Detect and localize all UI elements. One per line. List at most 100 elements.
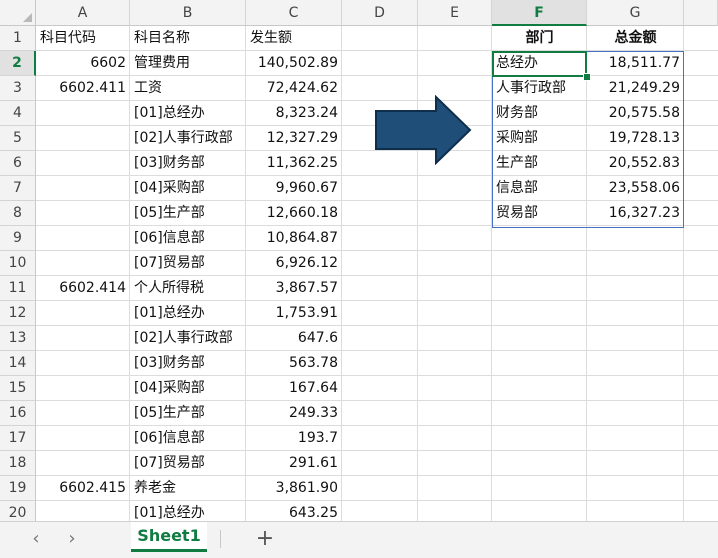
row-header-13[interactable]: 13 [0,326,36,351]
prev-sheet-icon[interactable]: ‹ [26,528,46,550]
row-header-5[interactable]: 5 [0,126,36,151]
cell-code[interactable] [36,426,130,451]
row-header-14[interactable]: 14 [0,351,36,376]
cell-code[interactable] [36,501,130,521]
cell-account-name[interactable]: 工资 [130,76,246,101]
cell-amount[interactable]: 12,660.18 [246,201,342,226]
summary-amount-cell[interactable]: 18,511.77 [587,51,684,76]
left-header-cell[interactable]: 发生额 [246,26,342,51]
cell-amount[interactable]: 1,753.91 [246,301,342,326]
row-header-8[interactable]: 8 [0,201,36,226]
row-header-3[interactable]: 3 [0,76,36,101]
row-header-17[interactable]: 17 [0,426,36,451]
cell-amount[interactable]: 3,867.57 [246,276,342,301]
cell-account-name[interactable]: 个人所得税 [130,276,246,301]
row-header-10[interactable]: 10 [0,251,36,276]
summary-amount-cell[interactable]: 16,327.23 [587,201,684,226]
cell-amount[interactable]: 647.6 [246,326,342,351]
column-header-a[interactable]: A [36,0,130,26]
summary-department-cell[interactable]: 总经办 [492,51,587,76]
cell-amount[interactable]: 291.61 [246,451,342,476]
row-header-9[interactable]: 9 [0,226,36,251]
cell-code[interactable] [36,151,130,176]
cell-account-name[interactable]: [05]生产部 [130,201,246,226]
left-header-cell[interactable]: 科目名称 [130,26,246,51]
cell-account-name[interactable]: [06]信息部 [130,426,246,451]
cell-account-name[interactable]: [07]贸易部 [130,451,246,476]
cell-account-name[interactable]: [01]总经办 [130,501,246,521]
sheet-tab-sheet1[interactable]: Sheet1 [131,522,207,552]
next-sheet-icon[interactable]: › [62,528,82,550]
cell-amount[interactable]: 9,960.67 [246,176,342,201]
cell-code[interactable] [36,251,130,276]
cell-account-name[interactable]: [04]采购部 [130,176,246,201]
column-header-g[interactable]: G [587,0,684,26]
summary-amount-cell[interactable]: 23,558.06 [587,176,684,201]
cell-account-name[interactable]: [04]采购部 [130,376,246,401]
cell-amount[interactable]: 193.7 [246,426,342,451]
summary-amount-cell[interactable]: 19,728.13 [587,126,684,151]
cell-account-name[interactable]: [01]总经办 [130,301,246,326]
row-header-4[interactable]: 4 [0,101,36,126]
row-header-11[interactable]: 11 [0,276,36,301]
cell-code[interactable] [36,301,130,326]
cell-account-name[interactable]: [07]贸易部 [130,251,246,276]
cell-code[interactable] [36,401,130,426]
cell-amount[interactable]: 140,502.89 [246,51,342,76]
fill-handle[interactable] [583,73,591,81]
cell-code[interactable] [36,351,130,376]
add-sheet-icon[interactable]: + [254,527,276,551]
row-header-16[interactable]: 16 [0,401,36,426]
summary-amount-cell[interactable]: 20,575.58 [587,101,684,126]
column-header-f[interactable]: F [492,0,587,26]
cell-account-name[interactable]: 养老金 [130,476,246,501]
cell-account-name[interactable]: [05]生产部 [130,401,246,426]
row-header-15[interactable]: 15 [0,376,36,401]
cell-account-name[interactable]: [02]人事行政部 [130,326,246,351]
summary-header-cell[interactable]: 总金额 [587,26,684,51]
summary-department-cell[interactable]: 生产部 [492,151,587,176]
cell-code[interactable] [36,376,130,401]
cell-amount[interactable]: 563.78 [246,351,342,376]
row-header-7[interactable]: 7 [0,176,36,201]
cell-amount[interactable]: 167.64 [246,376,342,401]
cell-amount[interactable]: 6,926.12 [246,251,342,276]
column-header-d[interactable]: D [342,0,418,26]
select-all-corner[interactable] [0,0,36,26]
row-header-2[interactable]: 2 [0,51,36,76]
cell-code[interactable] [36,101,130,126]
cell-amount[interactable]: 3,861.90 [246,476,342,501]
cell-amount[interactable]: 249.33 [246,401,342,426]
cell-code[interactable]: 6602.414 [36,276,130,301]
cell-amount[interactable]: 12,327.29 [246,126,342,151]
column-header-b[interactable]: B [130,0,246,26]
row-header-6[interactable]: 6 [0,151,36,176]
cell-code[interactable] [36,326,130,351]
summary-department-cell[interactable]: 人事行政部 [492,76,587,101]
row-header-12[interactable]: 12 [0,301,36,326]
column-header-c[interactable]: C [246,0,342,26]
cell-amount[interactable]: 72,424.62 [246,76,342,101]
cell-code[interactable] [36,226,130,251]
left-header-cell[interactable]: 科目代码 [36,26,130,51]
summary-department-cell[interactable]: 财务部 [492,101,587,126]
cell-code[interactable] [36,126,130,151]
cell-code[interactable] [36,176,130,201]
summary-amount-cell[interactable]: 20,552.83 [587,151,684,176]
row-header-19[interactable]: 19 [0,476,36,501]
cell-amount[interactable]: 643.25 [246,501,342,521]
summary-department-cell[interactable]: 贸易部 [492,201,587,226]
cell-code[interactable] [36,201,130,226]
cell-amount[interactable]: 11,362.25 [246,151,342,176]
cell-amount[interactable]: 10,864.87 [246,226,342,251]
spreadsheet-grid[interactable]: A B C D E F G 1 2 3 4 5 6 7 8 9 10 11 12 13 14 15 16 17 18 19 20 科目… [0,0,718,521]
cell-code[interactable]: 6602 [36,51,130,76]
row-header-1[interactable]: 1 [0,26,36,51]
column-header-e[interactable]: E [418,0,492,26]
cell-code[interactable]: 6602.411 [36,76,130,101]
row-header-18[interactable]: 18 [0,451,36,476]
cell-account-name[interactable]: [03]财务部 [130,151,246,176]
cell-account-name[interactable]: [02]人事行政部 [130,126,246,151]
summary-amount-cell[interactable]: 21,249.29 [587,76,684,101]
cell-account-name[interactable]: [01]总经办 [130,101,246,126]
